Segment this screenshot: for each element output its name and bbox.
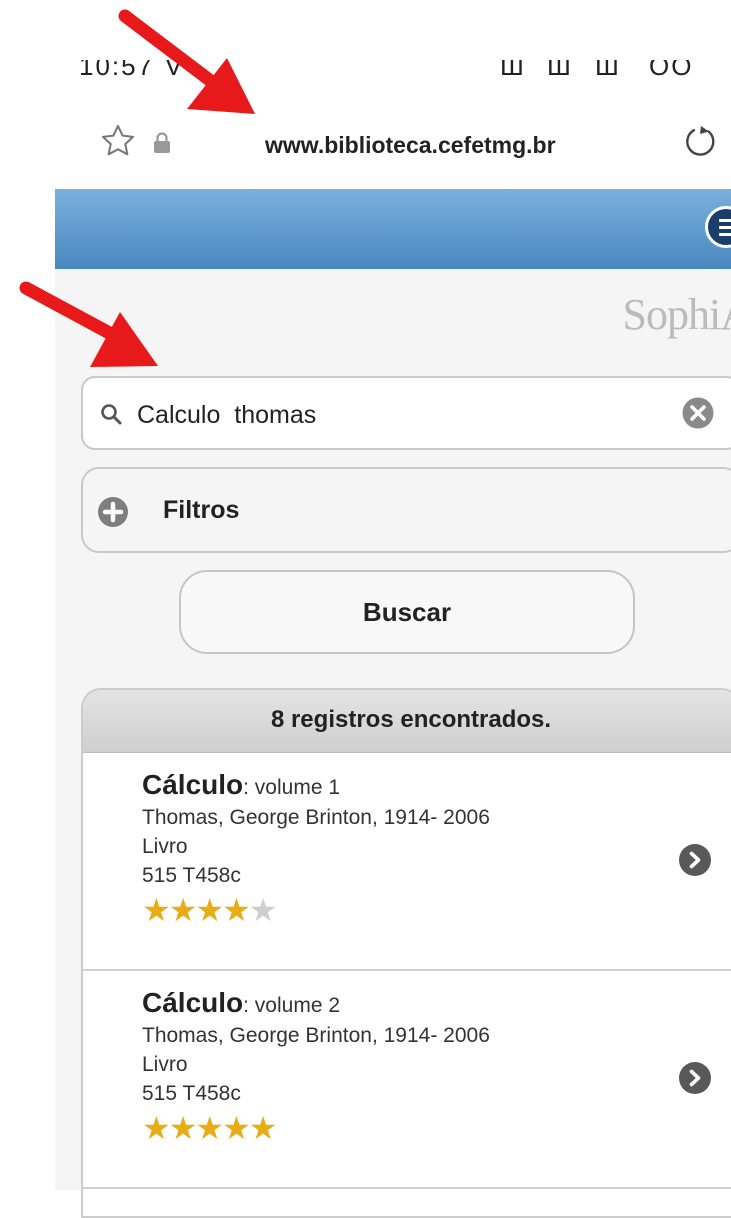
- result-type: Livro: [142, 1053, 188, 1076]
- result-title: Cálculo: [142, 987, 244, 1018]
- chevron-right-icon[interactable]: [678, 843, 712, 882]
- annotation-arrow: [19, 281, 158, 367]
- result-call-number: 515 T458c: [142, 1082, 241, 1105]
- lock-icon: [153, 132, 171, 159]
- result-item[interactable]: Cálculo: volume 2 Thomas, George Brinton…: [83, 971, 731, 1189]
- star-filled-icon: ★: [248, 1110, 278, 1146]
- search-button[interactable]: Buscar: [179, 570, 635, 654]
- plus-icon: [97, 496, 129, 533]
- search-box[interactable]: [81, 376, 731, 450]
- chevron-right-icon[interactable]: [678, 1061, 712, 1100]
- star-filled-icon: ★: [222, 892, 251, 928]
- app-header: [55, 189, 731, 269]
- result-item[interactable]: Cálculo: volume 1 Thomas, George Brinton…: [83, 753, 731, 971]
- result-subtitle: : volume 2: [243, 994, 341, 1017]
- star-filled-icon: ★: [142, 1110, 171, 1146]
- filters-toggle[interactable]: Filtros: [81, 467, 731, 553]
- rating-stars: ★★★★★: [142, 1112, 490, 1144]
- menu-button[interactable]: [705, 206, 731, 248]
- status-signal-icon: Ш: [595, 60, 621, 81]
- result-author: Thomas, George Brinton, 1914- 2006: [142, 806, 490, 829]
- results-panel: 8 registros encontrados. Cálculo: volume…: [81, 688, 731, 1218]
- status-signal-icon: Ш: [547, 60, 573, 81]
- result-author: Thomas, George Brinton, 1914- 2006: [142, 1024, 490, 1047]
- sophia-logo: SophiA: [622, 290, 731, 339]
- clear-search-icon[interactable]: [681, 396, 715, 435]
- star-filled-icon: ★: [195, 892, 224, 928]
- star-filled-icon: ★: [142, 892, 171, 928]
- star-empty-icon: ★: [248, 892, 278, 928]
- star-filled-icon: ★: [222, 1110, 251, 1146]
- star-filled-icon: ★: [168, 1110, 198, 1146]
- filters-label: Filtros: [163, 496, 240, 524]
- result-subtitle: : volume 1: [243, 776, 341, 799]
- rating-stars: ★★★★★: [142, 894, 490, 926]
- star-filled-icon: ★: [195, 1110, 224, 1146]
- result-call-number: 515 T458c: [142, 864, 241, 887]
- annotation-arrow: [118, 9, 255, 114]
- results-count: 8 registros encontrados.: [83, 690, 731, 753]
- result-type: Livro: [142, 835, 188, 858]
- result-title: Cálculo: [142, 769, 244, 800]
- star-filled-icon: ★: [168, 892, 198, 928]
- status-signal-icon: Ш: [500, 60, 526, 81]
- main-content: SophiA Filtros Buscar 8 registros encont…: [55, 269, 731, 1218]
- search-icon: [99, 402, 123, 431]
- status-battery: OO: [649, 60, 694, 81]
- search-input[interactable]: [137, 395, 657, 435]
- reload-icon[interactable]: [681, 122, 721, 167]
- url-text[interactable]: www.biblioteca.cefetmg.br: [265, 132, 556, 159]
